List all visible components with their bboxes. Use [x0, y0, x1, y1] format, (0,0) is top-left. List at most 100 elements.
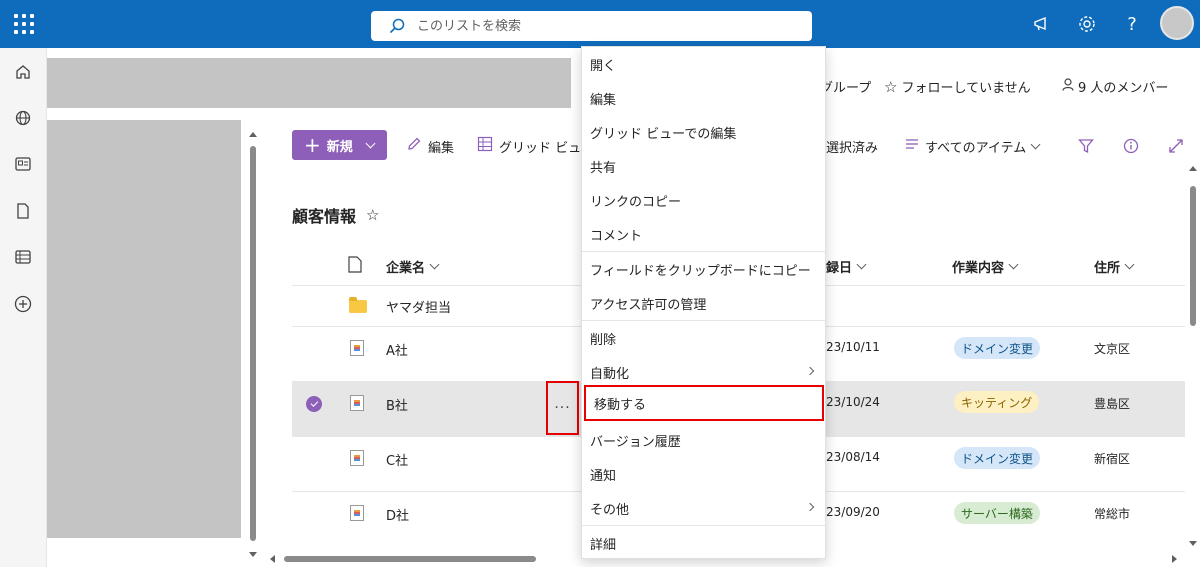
- checkmark-icon[interactable]: [306, 396, 322, 412]
- row-address: 常総市: [1094, 507, 1131, 521]
- edit-button[interactable]: 編集: [406, 136, 454, 156]
- more-options-button[interactable]: ···: [546, 381, 579, 435]
- waffle-icon[interactable]: [14, 14, 34, 34]
- menu-item-details[interactable]: 詳細: [582, 526, 825, 560]
- row-date: 23/08/14: [826, 450, 880, 464]
- row-name[interactable]: A社: [386, 340, 408, 359]
- context-menu: 開く 編集 グリッド ビューでの編集 共有 リンクのコピー コメント フィールド…: [581, 46, 826, 559]
- chevron-down-icon: [429, 259, 440, 270]
- menu-item-share[interactable]: 共有: [582, 149, 825, 183]
- expand-icon[interactable]: [1168, 136, 1184, 156]
- status-badge: ドメイン変更: [954, 337, 1041, 359]
- status-badge: ドメイン変更: [954, 447, 1041, 469]
- menu-item-version-history[interactable]: バージョン履歴: [582, 423, 825, 457]
- search-box[interactable]: [371, 11, 812, 41]
- plus-icon: +: [304, 133, 321, 157]
- list-item-icon: [350, 450, 364, 466]
- site-banner: [47, 58, 571, 108]
- menu-item-copy-link[interactable]: リンクのコピー: [582, 183, 825, 217]
- globe-icon[interactable]: [13, 108, 33, 128]
- megaphone-icon[interactable]: [1032, 14, 1052, 34]
- avatar[interactable]: [1160, 6, 1194, 40]
- scroll-thumb[interactable]: [284, 556, 536, 562]
- row-name[interactable]: B社: [386, 395, 408, 414]
- scroll-up-icon[interactable]: [249, 132, 257, 137]
- vertical-scrollbar[interactable]: [1186, 128, 1200, 567]
- folder-icon: [349, 297, 367, 313]
- status-badge: サーバー構築: [954, 502, 1040, 524]
- row-name[interactable]: ヤマダ担当: [386, 297, 451, 316]
- menu-item-open[interactable]: 開く: [582, 47, 825, 81]
- row-date: 23/09/20: [826, 505, 880, 519]
- view-selector[interactable]: すべてのアイテム: [905, 136, 1041, 156]
- new-button[interactable]: + 新規: [292, 130, 387, 160]
- menu-item-copy-field[interactable]: フィールドをクリップボードにコピー: [582, 252, 825, 286]
- menu-item-comment[interactable]: コメント: [582, 217, 825, 251]
- menu-item-grid-edit[interactable]: グリッド ビューでの編集: [582, 115, 825, 149]
- menu-item-edit[interactable]: 編集: [582, 81, 825, 115]
- star-icon: ☆: [884, 77, 898, 96]
- status-badge: キッティング: [954, 391, 1040, 413]
- search-input[interactable]: [417, 18, 777, 34]
- chevron-right-icon: [805, 366, 815, 376]
- scroll-down-icon[interactable]: [1189, 541, 1197, 546]
- grid-icon: [477, 136, 493, 156]
- selected-count: 選択済み: [826, 140, 879, 156]
- gear-icon[interactable]: [1077, 14, 1097, 34]
- follow-button[interactable]: ☆ フォローしていません: [884, 77, 1031, 97]
- app-rail: [0, 48, 47, 567]
- column-header-work[interactable]: 作業内容: [952, 257, 1019, 276]
- group-label[interactable]: グループ: [820, 77, 871, 96]
- row-date: 23/10/11: [826, 340, 880, 354]
- chevron-down-icon: [1008, 259, 1019, 270]
- menu-item-move[interactable]: 移動する: [584, 385, 824, 421]
- menu-item-automate[interactable]: 自動化: [582, 355, 825, 389]
- members-button[interactable]: 9 人のメンバー: [1062, 77, 1168, 96]
- pencil-icon: [406, 136, 422, 156]
- nav-scrollbar[interactable]: [246, 128, 260, 562]
- search-icon: [389, 18, 405, 34]
- list-title: 顧客情報 ☆: [292, 206, 380, 226]
- chevron-down-icon: [1030, 139, 1041, 149]
- row-address: 新宿区: [1094, 452, 1131, 466]
- menu-item-manage-access[interactable]: アクセス許可の管理: [582, 286, 825, 320]
- home-icon[interactable]: [13, 62, 33, 82]
- chevron-down-icon: [1124, 259, 1135, 270]
- scroll-up-icon[interactable]: [1189, 166, 1197, 171]
- scroll-thumb[interactable]: [1190, 186, 1196, 326]
- filter-icon[interactable]: [1078, 136, 1094, 156]
- person-icon: [1062, 78, 1074, 95]
- menu-item-delete[interactable]: 削除: [582, 321, 825, 355]
- list-item-icon: [350, 505, 364, 521]
- list-item-icon: [350, 340, 364, 356]
- help-icon[interactable]: ?: [1122, 14, 1142, 35]
- site-navigation: [47, 120, 241, 538]
- row-address: 文京区: [1094, 342, 1131, 356]
- column-header-date[interactable]: 録日: [826, 257, 867, 276]
- add-circle-icon[interactable]: [13, 294, 33, 314]
- chevron-right-icon: [805, 502, 815, 512]
- list-lines-icon: [905, 138, 919, 154]
- news-icon[interactable]: [13, 154, 33, 174]
- column-header-company[interactable]: 企業名: [386, 257, 440, 276]
- list-icon[interactable]: [13, 247, 33, 267]
- star-icon[interactable]: ☆: [366, 206, 379, 224]
- chevron-down-icon: [856, 259, 867, 270]
- row-date: 23/10/24: [826, 395, 880, 409]
- info-icon[interactable]: [1123, 136, 1139, 156]
- chevron-down-icon: [365, 138, 376, 148]
- grid-view-button[interactable]: グリッド ビュ: [477, 136, 581, 156]
- menu-item-more[interactable]: その他: [582, 491, 825, 525]
- row-address: 豊島区: [1094, 397, 1131, 411]
- list-item-icon: [350, 395, 364, 411]
- menu-item-alert[interactable]: 通知: [582, 457, 825, 491]
- file-type-header-icon[interactable]: [348, 256, 362, 277]
- scroll-left-icon[interactable]: [270, 555, 275, 563]
- document-icon[interactable]: [13, 201, 33, 221]
- row-name[interactable]: D社: [386, 505, 409, 524]
- row-name[interactable]: C社: [386, 450, 408, 469]
- scroll-thumb[interactable]: [250, 146, 256, 541]
- scroll-right-icon[interactable]: [1172, 555, 1177, 563]
- column-header-address[interactable]: 住所: [1094, 257, 1135, 276]
- scroll-down-icon[interactable]: [249, 552, 257, 557]
